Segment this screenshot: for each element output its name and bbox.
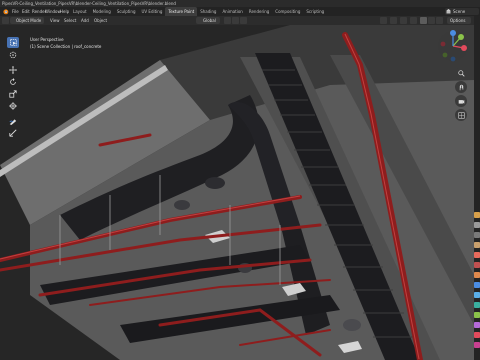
modifier-properties-icon[interactable] [474, 282, 480, 288]
workspace-tab-shading[interactable]: Shading [197, 7, 219, 16]
camera-view-icon[interactable] [455, 95, 467, 107]
menu-select[interactable]: Select [64, 16, 76, 25]
proportional-edit-icon[interactable] [240, 17, 247, 24]
editor-type-icon[interactable] [2, 17, 9, 31]
select-box-icon[interactable] [7, 37, 19, 48]
workspace-tab-uv-editing[interactable]: UV Editing [139, 7, 166, 16]
scale-icon[interactable] [7, 88, 19, 99]
menu-window[interactable]: Window [45, 7, 61, 16]
workspace-tab-animation[interactable]: Animation [219, 7, 245, 16]
gizmo-x-axis [461, 45, 467, 51]
constraints-properties-icon[interactable] [474, 312, 480, 318]
mode-label: Object Mode [16, 18, 42, 23]
menu-add[interactable]: Add [81, 16, 89, 25]
blender-logo-icon[interactable] [2, 8, 9, 15]
particles-properties-icon[interactable] [474, 292, 480, 298]
workspace-tab-compositing[interactable]: Compositing [272, 7, 303, 16]
window-title: PipesVR-Ceiling_Ventilation_PipesVR\blen… [2, 1, 176, 6]
visibility-icon[interactable] [380, 17, 387, 24]
shading-material-icon[interactable] [428, 17, 435, 24]
view-layer-properties-icon[interactable] [474, 242, 480, 248]
tool-shelf [7, 37, 21, 139]
world-properties-icon[interactable] [474, 262, 480, 268]
workspace-tab-rendering[interactable]: Rendering [246, 7, 272, 16]
output-properties-icon[interactable] [474, 232, 480, 238]
scene-properties-icon[interactable] [474, 252, 480, 258]
annotate-icon[interactable] [7, 115, 19, 126]
data-properties-icon[interactable] [474, 322, 480, 328]
collection-info: (1) Scene Collection | roof_concrete [30, 44, 102, 49]
material-properties-icon[interactable] [474, 332, 480, 338]
cursor-icon[interactable] [7, 49, 19, 60]
snap-icon[interactable] [232, 17, 239, 24]
render-properties-icon[interactable] [474, 222, 480, 228]
perspective-icon[interactable] [455, 109, 467, 121]
gizmo-toggle-icon[interactable] [390, 17, 397, 24]
pivot-icon[interactable] [224, 17, 231, 24]
title-bar: PipesVR-Ceiling_Ventilation_PipesVR\blen… [0, 0, 480, 7]
transform-orientation-selector[interactable]: Global [196, 17, 220, 24]
measure-icon[interactable] [7, 127, 19, 138]
gizmo-y-axis [458, 34, 464, 40]
workspace-tab-modeling[interactable]: Modeling [90, 7, 114, 16]
scene-icon [446, 9, 451, 14]
viewport-header: Object Mode View Select Add Object Globa… [0, 16, 474, 31]
scene-render [0, 25, 474, 360]
options-button[interactable]: Options [447, 17, 471, 24]
tool-properties-icon[interactable] [474, 212, 480, 218]
xray-icon[interactable] [410, 17, 417, 24]
object-properties-icon[interactable] [474, 272, 480, 278]
options-label: Options [450, 18, 466, 23]
workspace-tab-sculpting[interactable]: Sculpting [114, 7, 139, 16]
view-name: User Perspective [30, 37, 64, 42]
physics-properties-icon[interactable] [474, 302, 480, 308]
workspace-tabs: Layout Modeling Sculpting UV Editing Texture… [70, 7, 327, 16]
mode-selector[interactable]: Object Mode [10, 17, 44, 24]
menu-edit[interactable]: Edit [22, 7, 30, 16]
zoom-icon[interactable] [455, 67, 467, 79]
menu-help[interactable]: Help [60, 7, 69, 16]
menu-object[interactable]: Object [94, 16, 107, 25]
texture-properties-icon[interactable] [474, 342, 480, 348]
gizmo-z-axis [450, 30, 456, 36]
workspace-tab-scripting[interactable]: Scripting [303, 7, 327, 16]
workspace-tab-layout[interactable]: Layout [70, 7, 90, 16]
orientation-label: Global [203, 18, 216, 23]
workspace-tab-texture-paint[interactable]: Texture Paint [165, 7, 198, 16]
overlay-toggle-icon[interactable] [400, 17, 407, 24]
duct-elbow [205, 177, 225, 189]
rotate-icon[interactable] [7, 76, 19, 87]
scene-name: Scene [453, 9, 466, 14]
properties-tab-strip [474, 16, 480, 360]
shading-rendered-icon[interactable] [436, 17, 443, 24]
menu-view[interactable]: View [50, 16, 60, 25]
diffuser [174, 200, 190, 210]
shading-solid-icon[interactable] [420, 17, 427, 24]
pan-icon[interactable] [455, 81, 467, 93]
transform-icon[interactable] [7, 100, 19, 111]
navigation-gizmo[interactable] [436, 29, 470, 63]
scene-selector[interactable]: Scene [445, 8, 479, 15]
3d-viewport[interactable]: User Perspective (1) Scene Collection | … [0, 25, 474, 360]
move-icon[interactable] [7, 64, 19, 75]
